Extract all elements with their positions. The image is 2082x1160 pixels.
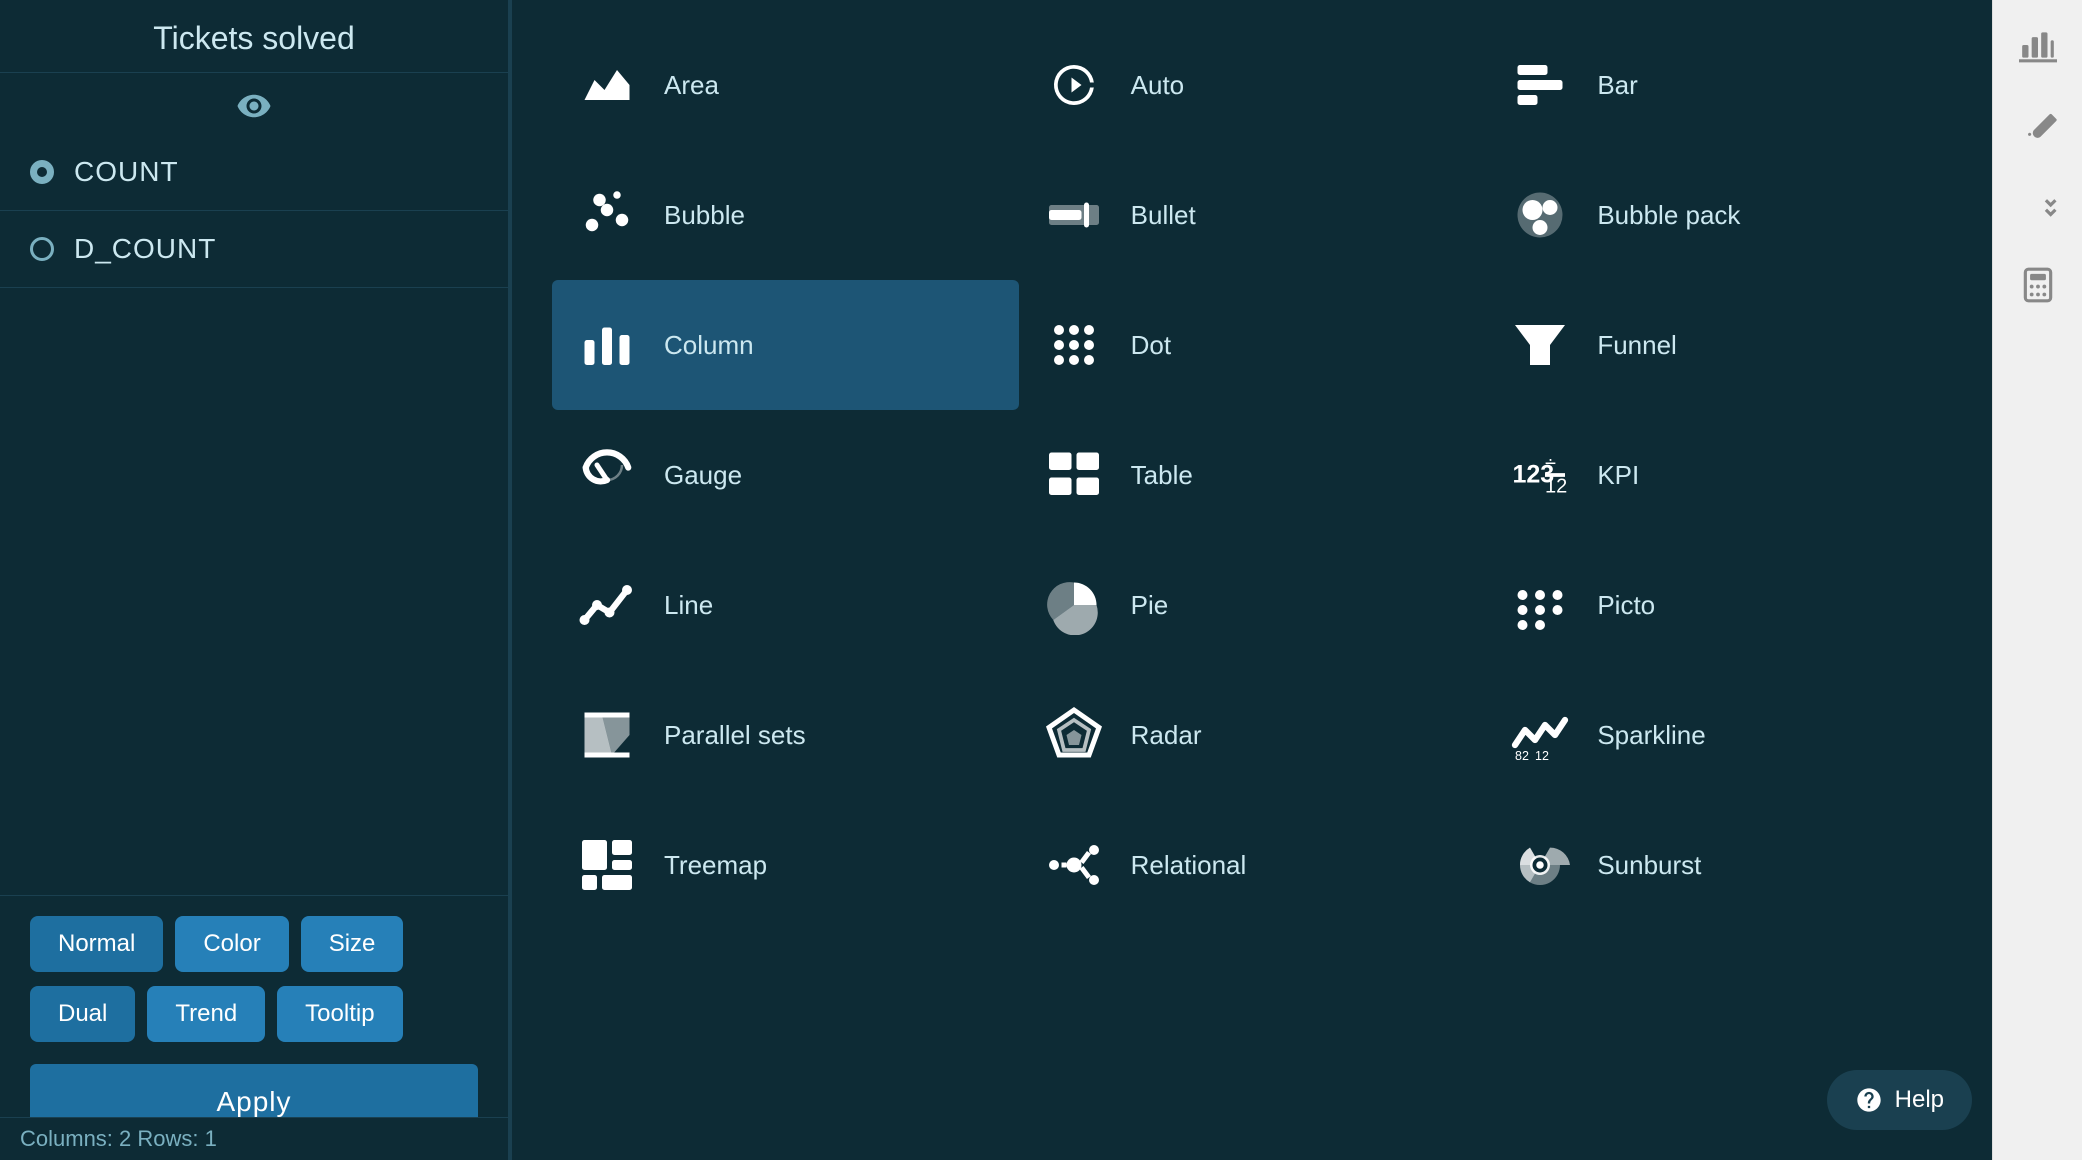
color-button[interactable]: Color [175,916,288,972]
chart-type-funnel[interactable]: Funnel [1485,280,1952,410]
normal-button[interactable]: Normal [30,916,163,972]
help-button[interactable]: Help [1827,1070,1972,1130]
bubble-icon [572,180,642,250]
size-button[interactable]: Size [301,916,404,972]
chart-type-parallel-sets[interactable]: Parallel sets [552,670,1019,800]
funnel-icon [1505,310,1575,380]
field-count-label: COUNT [74,156,179,188]
sparkline-icon: 82 12 [1505,700,1575,770]
trend-button[interactable]: Trend [147,986,265,1042]
radio-dcount [30,237,54,261]
relational-icon [1039,830,1109,900]
picto-label: Picto [1597,590,1655,621]
auto-label: Auto [1131,70,1185,101]
chart-type-column[interactable]: Column [552,280,1019,410]
treemap-icon [572,830,642,900]
chart-type-area[interactable]: Area [552,20,1019,150]
chart-type-treemap[interactable]: Treemap [552,800,1019,930]
brush-sidebar-icon[interactable] [2013,100,2063,150]
chart-type-relational[interactable]: Relational [1019,800,1486,930]
bar-label: Bar [1597,70,1637,101]
bar-icon [1505,50,1575,120]
relational-label: Relational [1131,850,1247,881]
btn-row-2: Dual Trend Tooltip [30,986,478,1042]
sunburst-label: Sunburst [1597,850,1701,881]
kpi-icon: 123 ÷ 12 [1505,440,1575,510]
sort-sidebar-icon[interactable] [2013,180,2063,230]
parallel-sets-icon [572,700,642,770]
chart-type-gauge[interactable]: Gauge [552,410,1019,540]
help-label: Help [1895,1086,1944,1114]
radar-icon [1039,700,1109,770]
chart-type-picto[interactable]: Picto [1485,540,1952,670]
gauge-icon [572,440,642,510]
tooltip-button[interactable]: Tooltip [277,986,402,1042]
chart-type-auto[interactable]: Auto [1019,20,1486,150]
chart-type-sunburst[interactable]: Sunburst [1485,800,1952,930]
field-dcount-label: D_COUNT [74,233,216,265]
picto-icon [1505,570,1575,640]
chart-type-dot[interactable]: Dot [1019,280,1486,410]
column-icon [572,310,642,380]
bubble-pack-label: Bubble pack [1597,200,1740,231]
chart-type-kpi[interactable]: 123 ÷ 12 KPI [1485,410,1952,540]
svg-text:÷: ÷ [1545,453,1556,475]
bullet-icon [1039,180,1109,250]
dot-label: Dot [1131,330,1171,361]
eye-icon [236,88,272,124]
area-icon [572,50,642,120]
chart-grid: Area Auto Bar Bubble [512,0,1992,1160]
chart-type-pie[interactable]: Pie [1019,540,1486,670]
table-label: Table [1131,460,1193,491]
radar-label: Radar [1131,720,1202,751]
svg-text:12: 12 [1545,476,1567,498]
field-count[interactable]: COUNT [0,134,508,211]
area-label: Area [664,70,719,101]
field-dcount[interactable]: D_COUNT [0,211,508,288]
column-label: Column [664,330,754,361]
radio-count [30,160,54,184]
bubble-pack-icon [1505,180,1575,250]
help-icon [1855,1086,1883,1114]
sunburst-icon [1505,830,1575,900]
eye-icon-container [0,73,508,134]
funnel-label: Funnel [1597,330,1677,361]
chart-type-line[interactable]: Line [552,540,1019,670]
status-bar: Columns: 2 Rows: 1 [0,1117,508,1160]
svg-text:82: 82 [1515,749,1529,763]
chart-type-radar[interactable]: Radar [1019,670,1486,800]
left-panel: Tickets solved COUNT D_COUNT Normal Colo… [0,0,510,1160]
treemap-label: Treemap [664,850,767,881]
kpi-label: KPI [1597,460,1639,491]
chart-type-sidebar-icon[interactable] [2013,20,2063,70]
chart-type-table[interactable]: Table [1019,410,1486,540]
dual-button[interactable]: Dual [30,986,135,1042]
chart-type-bullet[interactable]: Bullet [1019,150,1486,280]
line-icon [572,570,642,640]
table-icon [1039,440,1109,510]
pie-label: Pie [1131,590,1169,621]
right-sidebar [1992,0,2082,1160]
field-list: COUNT D_COUNT [0,134,508,895]
chart-type-sparkline[interactable]: 82 12 Sparkline [1485,670,1952,800]
calc-sidebar-icon[interactable] [2013,260,2063,310]
chart-type-bubble-pack[interactable]: Bubble pack [1485,150,1952,280]
btn-row-1: Normal Color Size [30,916,478,972]
bubble-label: Bubble [664,200,745,231]
parallel-sets-label: Parallel sets [664,720,806,751]
sparkline-label: Sparkline [1597,720,1705,751]
line-label: Line [664,590,713,621]
chart-type-bar[interactable]: Bar [1485,20,1952,150]
bullet-label: Bullet [1131,200,1196,231]
svg-text:12: 12 [1535,749,1549,763]
panel-header: Tickets solved [0,0,508,73]
gauge-label: Gauge [664,460,742,491]
chart-type-bubble[interactable]: Bubble [552,150,1019,280]
panel-title: Tickets solved [30,20,478,57]
dot-icon [1039,310,1109,380]
pie-icon [1039,570,1109,640]
auto-icon [1039,50,1109,120]
